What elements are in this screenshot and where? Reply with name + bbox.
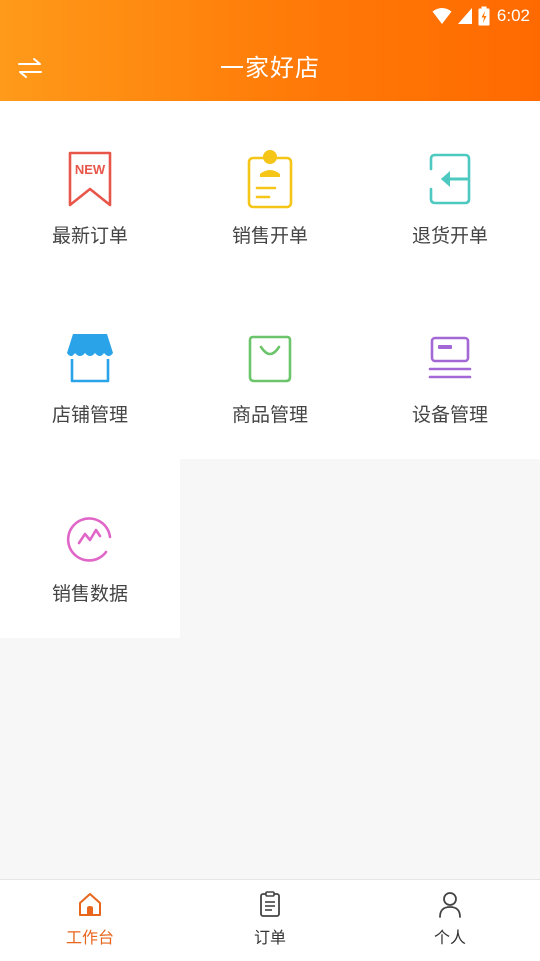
title-row: 一家好店 [0, 36, 540, 100]
grid-row: 销售数据 [0, 459, 540, 638]
tile-label: 销售开单 [231, 225, 308, 247]
tab-profile[interactable]: 个人 [360, 880, 540, 961]
bottom-tab-bar: 工作台 订单 个人 [0, 879, 540, 961]
grid-row: 店铺管理 商品管理 设备管理 [0, 280, 540, 459]
tile-latest-orders[interactable]: NEW 最新订单 [0, 101, 180, 280]
function-grid: NEW 最新订单 销售开单 退货开单 店铺管理 商品管理 设备管理 销售数据 [0, 101, 540, 638]
page-title: 一家好店 [220, 54, 320, 82]
order-clipboard-icon [260, 891, 280, 917]
clipboard-person-icon [240, 147, 300, 211]
svg-text:NEW: NEW [75, 162, 106, 177]
tile-store-management[interactable]: 店铺管理 [0, 280, 180, 459]
trend-circle-icon [60, 505, 120, 569]
new-badge-icon: NEW [60, 147, 120, 211]
tile-return-order[interactable]: 退货开单 [360, 101, 540, 280]
status-bar: 6:02 [0, 0, 540, 32]
shopping-bag-icon [240, 326, 300, 390]
tile-label: 店铺管理 [51, 404, 128, 426]
tab-label: 工作台 [65, 928, 114, 947]
tile-label: 最新订单 [51, 225, 128, 247]
signal-icon [457, 8, 472, 24]
tile-label: 设备管理 [411, 404, 488, 426]
tab-workbench[interactable]: 工作台 [0, 880, 180, 961]
storefront-icon [60, 326, 120, 390]
status-time: 6:02 [496, 6, 530, 25]
tile-product-management[interactable]: 商品管理 [180, 280, 360, 459]
tab-orders[interactable]: 订单 [180, 880, 360, 961]
tile-sales-data[interactable]: 销售数据 [0, 459, 180, 638]
wifi-icon [432, 8, 452, 24]
tile-label: 退货开单 [411, 225, 488, 247]
battery-charging-icon [478, 6, 490, 26]
tab-label: 订单 [253, 928, 286, 947]
app-header: 6:02 一家好店 [0, 0, 540, 101]
home-icon [79, 893, 101, 916]
person-icon [439, 892, 461, 918]
grid-row: NEW 最新订单 销售开单 退货开单 [0, 101, 540, 280]
tile-device-management[interactable]: 设备管理 [360, 280, 540, 459]
card-device-icon [420, 326, 480, 390]
status-icons: 6:02 [432, 4, 530, 28]
tile-label: 商品管理 [231, 404, 308, 426]
tile-sales-order[interactable]: 销售开单 [180, 101, 360, 280]
tab-label: 个人 [433, 928, 466, 947]
return-arrow-icon [420, 147, 480, 211]
tile-label: 销售数据 [51, 583, 128, 605]
